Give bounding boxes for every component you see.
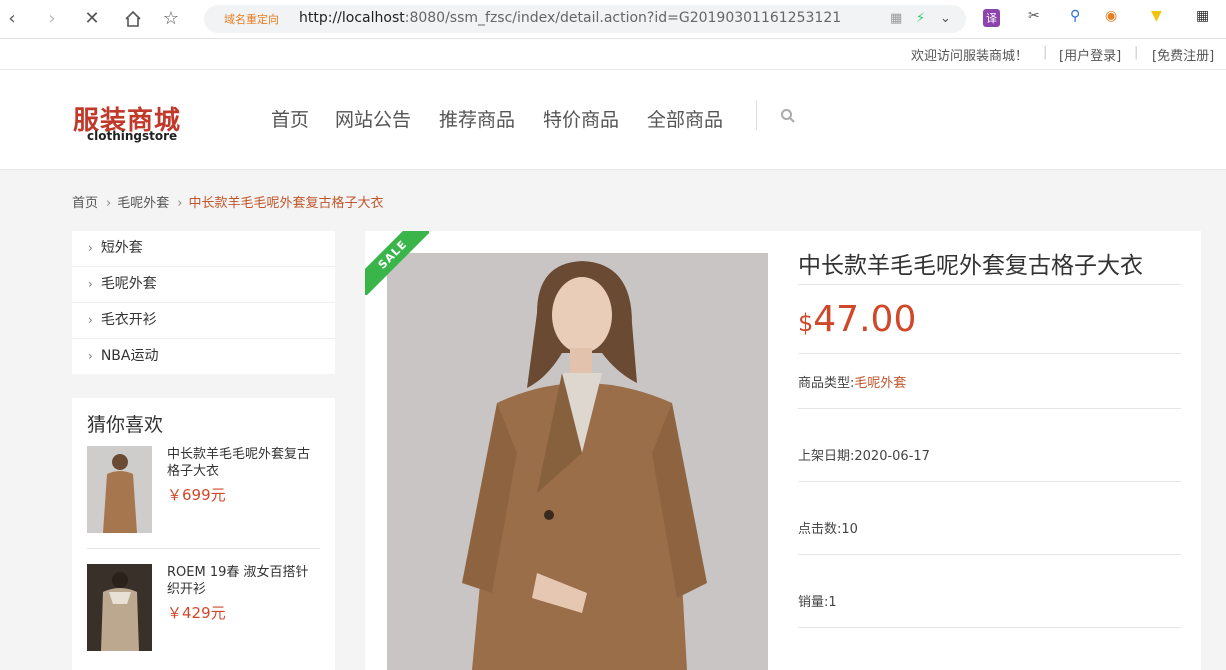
breadcrumb-sep-icon: › [106, 196, 112, 211]
nav-notice[interactable]: 网站公告 [335, 105, 411, 132]
nav-divider [756, 100, 757, 130]
shield-icon[interactable]: ▼ [1151, 8, 1162, 24]
recommend-item-price: ￥699元 [167, 486, 226, 504]
star-icon[interactable]: ☆ [161, 9, 181, 29]
chevron-right-icon: › [88, 277, 93, 291]
recommend-item-title[interactable]: 中长款羊毛毛呢外套复古格子大衣 [167, 446, 317, 480]
welcome-text: 欢迎访问服装商城！ [911, 49, 1029, 64]
site-header: 服装商城 clothingstore 首页 网站公告 推荐商品 特价商品 全部商… [0, 70, 1226, 170]
stop-icon[interactable]: ✕ [82, 9, 102, 29]
qr-icon[interactable]: ▦ [890, 11, 902, 26]
url-path: :8080/ssm_fzsc/index/detail.action?id=G2… [404, 10, 842, 26]
category-item[interactable]: › 毛呢外套 [72, 267, 335, 303]
category-label: 毛呢外套 [100, 276, 157, 292]
divider [798, 554, 1181, 555]
product-type-link[interactable]: 毛呢外套 [854, 376, 906, 391]
search-icon[interactable] [780, 108, 796, 128]
forward-icon[interactable]: › [42, 9, 62, 29]
product-sales: 销量:1 [798, 595, 837, 610]
product-type-label: 商品类型: [798, 376, 855, 391]
chevron-right-icon: › [88, 241, 93, 255]
register-link[interactable]: [免费注册] [1152, 45, 1214, 64]
divider [798, 627, 1181, 628]
url-text[interactable]: http://localhost:8080/ssm_fzsc/index/det… [299, 10, 841, 26]
product-detail: SALE 中长款羊毛毛呢外套复古格子大衣 $47.00 商品类型:毛呢外套 上架… [365, 231, 1201, 670]
category-label: 短外套 [100, 240, 143, 256]
scissors-icon[interactable]: ✂ [1028, 8, 1040, 24]
home-icon[interactable] [123, 9, 143, 29]
category-list: › 短外套 › 毛呢外套 › 毛衣开衫 › NBA运动 [72, 231, 335, 374]
recommend-item-title[interactable]: ROEM 19春 淑女百搭针织开衫 [167, 564, 317, 598]
logo-subtitle: clothingstore [87, 129, 178, 143]
divider [798, 408, 1181, 409]
address-bar[interactable]: 域名重定向 http://localhost:8080/ssm_fzsc/ind… [204, 5, 966, 33]
divider [798, 284, 1181, 285]
back-icon[interactable]: ‹ [2, 9, 22, 29]
category-item[interactable]: › 毛衣开衫 [72, 303, 335, 339]
sale-badge: SALE [365, 231, 429, 295]
gamepad-icon[interactable]: ◉ [1105, 8, 1117, 24]
divider [87, 548, 320, 549]
nav-all-products[interactable]: 全部商品 [647, 105, 723, 132]
divider: | [1134, 45, 1139, 60]
nav-recommended[interactable]: 推荐商品 [439, 105, 515, 132]
breadcrumb-category[interactable]: 毛呢外套 [117, 196, 169, 211]
redirect-label: 域名重定向 [224, 13, 279, 26]
chevron-down-icon[interactable]: ⌄ [940, 11, 951, 26]
product-date: 上架日期:2020-06-17 [798, 449, 930, 464]
category-item[interactable]: › NBA运动 [72, 339, 335, 374]
breadcrumb-sep-icon: › [177, 196, 183, 211]
product-title: 中长款羊毛毛呢外套复古格子大衣 [798, 253, 1143, 279]
login-link[interactable]: [用户登录] [1059, 45, 1121, 64]
nav-specials[interactable]: 特价商品 [543, 105, 619, 132]
apps-grid-icon[interactable]: ▦ [1196, 8, 1209, 24]
product-clicks: 点击数:10 [798, 522, 858, 537]
product-price: $47.00 [798, 299, 916, 340]
category-label: NBA运动 [100, 348, 159, 364]
product-type: 商品类型:毛呢外套 [798, 372, 906, 391]
category-item[interactable]: › 短外套 [72, 231, 335, 267]
chevron-right-icon: › [88, 349, 93, 363]
breadcrumb: 首页 › 毛呢外套 › 中长款羊毛毛呢外套复古格子大衣 [72, 192, 385, 211]
url-host: http://localhost [299, 10, 405, 26]
recommend-panel: 猜你喜欢 中长款羊毛毛呢外套复古格子大衣 ￥699元 ROEM 19春 淑女百搭… [72, 398, 335, 670]
search-icon[interactable]: ⚲ [1070, 8, 1080, 24]
divider [798, 353, 1181, 354]
nav-home[interactable]: 首页 [271, 105, 309, 132]
chevron-right-icon: › [88, 313, 93, 327]
price-value: 47.00 [813, 299, 917, 340]
product-image[interactable] [387, 253, 768, 670]
product-thumbnail[interactable] [87, 446, 152, 533]
recommend-item[interactable]: ROEM 19春 淑女百搭针织开衫 ￥429元 [87, 564, 321, 654]
divider [798, 481, 1181, 482]
sale-badge-text: SALE [365, 231, 429, 295]
category-label: 毛衣开衫 [100, 312, 157, 328]
bolt-icon[interactable]: ⚡ [916, 11, 925, 26]
recommend-item-price: ￥429元 [167, 604, 226, 622]
divider: | [1043, 45, 1048, 60]
product-thumbnail[interactable] [87, 564, 152, 651]
top-bar: 欢迎访问服装商城！ | [用户登录] | [免费注册] [0, 39, 1226, 70]
recommend-title: 猜你喜欢 [87, 414, 164, 436]
price-currency: $ [798, 309, 814, 337]
recommend-item[interactable]: 中长款羊毛毛呢外套复古格子大衣 ￥699元 [87, 446, 321, 536]
browser-toolbar: ‹ › ✕ ☆ 域名重定向 http://localhost:8080/ssm_… [0, 0, 1226, 39]
translate-icon[interactable]: 译 [983, 9, 1000, 27]
breadcrumb-current: 中长款羊毛毛呢外套复古格子大衣 [188, 196, 384, 211]
breadcrumb-home[interactable]: 首页 [72, 196, 98, 211]
